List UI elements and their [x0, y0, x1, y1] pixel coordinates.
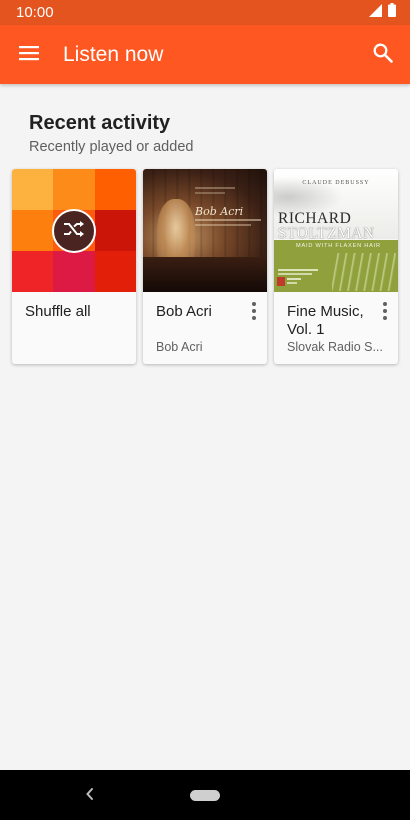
section-title: Recent activity: [29, 112, 171, 134]
mosaic-tile: [94, 169, 136, 210]
system-nav-bar: [0, 770, 410, 820]
art-fine-line: [278, 269, 318, 271]
back-button[interactable]: [80, 786, 100, 806]
card-title: Fine Music, Vol. 1: [287, 303, 364, 338]
shuffle-all-card[interactable]: Shuffle all: [12, 169, 136, 364]
more-vert-icon: [383, 302, 387, 306]
search-button[interactable]: [368, 40, 398, 70]
label-logo-icon: [277, 277, 285, 286]
art-fine-line: [195, 187, 235, 189]
more-vert-dot: [383, 316, 387, 320]
album-art-bob-acri: Bob Acri: [143, 169, 267, 292]
back-chevron-icon: [85, 787, 95, 806]
more-options-button[interactable]: [245, 300, 263, 322]
mosaic-tile: [12, 169, 54, 210]
menu-button[interactable]: [14, 40, 44, 70]
shuffle-button[interactable]: [52, 209, 96, 253]
more-vert-dot: [383, 309, 387, 313]
album-art-richard-stoltzman: CLAUDE DEBUSSY RICHARD STOLTZMAN MAID WI…: [274, 169, 398, 292]
shuffle-mosaic-art: [12, 169, 136, 292]
home-pill-icon[interactable]: [190, 790, 220, 801]
card-title: Shuffle all: [25, 303, 91, 320]
mosaic-tile: [12, 210, 54, 251]
art-piano: [143, 257, 267, 292]
art-composer: CLAUDE DEBUSSY: [302, 180, 370, 186]
card-title: Bob Acri: [156, 303, 212, 320]
card-subtitle: Slovak Radio S...: [287, 340, 383, 354]
mosaic-tile: [94, 251, 136, 292]
status-icons: [369, 3, 396, 22]
art-flower: [332, 253, 396, 291]
art-fine-line: [195, 219, 261, 221]
more-vert-dot: [252, 316, 256, 320]
hamburger-menu-icon: [19, 45, 39, 66]
art-fine-line: [287, 282, 297, 284]
app-title: Listen now: [63, 43, 164, 66]
art-fine-line: [195, 192, 225, 194]
art-fine-line: [195, 224, 251, 226]
app-bar: Listen now: [0, 25, 410, 84]
signal-icon: [369, 3, 382, 22]
art-script-text: Bob Acri: [195, 205, 244, 218]
art-subtitle: MAID WITH FLAXEN HAIR: [296, 243, 381, 249]
more-vert-icon: [252, 302, 256, 306]
status-bar: 10:00: [0, 0, 410, 25]
mosaic-tile: [12, 251, 54, 292]
card-subtitle: Bob Acri: [156, 340, 203, 354]
mosaic-tile: [94, 210, 136, 251]
art-fine-line: [287, 278, 301, 280]
art-name-line1: RICHARD: [278, 210, 352, 227]
search-icon: [373, 43, 393, 68]
status-time: 10:00: [16, 4, 54, 21]
section-subtitle: Recently played or added: [29, 139, 194, 155]
art-fine-line: [278, 273, 312, 275]
album-card-bob-acri[interactable]: Bob Acri Bob Acri Bob Acri: [143, 169, 267, 364]
mosaic-tile: [53, 251, 95, 292]
shuffle-icon: [62, 219, 86, 244]
mosaic-tile: [53, 169, 95, 210]
art-name-line2: STOLTZMAN: [278, 225, 375, 242]
more-vert-dot: [252, 309, 256, 313]
more-options-button[interactable]: [376, 300, 394, 322]
battery-icon: [388, 3, 396, 22]
album-card-fine-music[interactable]: CLAUDE DEBUSSY RICHARD STOLTZMAN MAID WI…: [274, 169, 398, 364]
